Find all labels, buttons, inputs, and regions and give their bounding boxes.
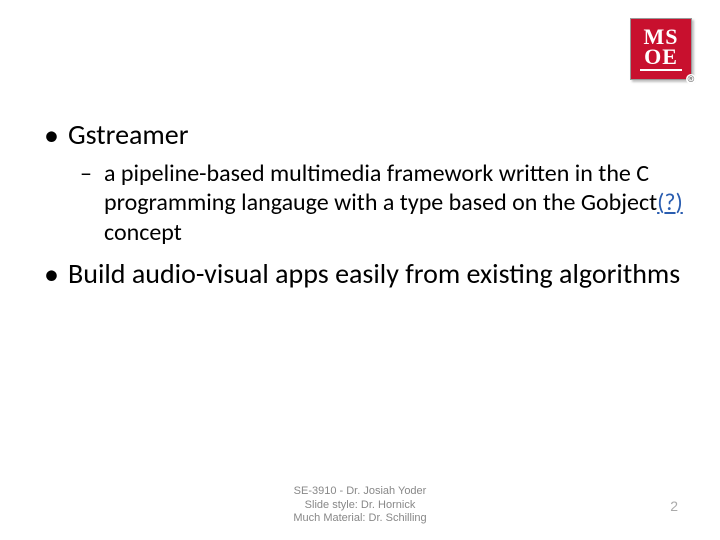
footer: SE-3910 - Dr. Josiah Yoder Slide style: … — [0, 485, 720, 526]
bullet-text: Gstreamer — [68, 117, 188, 152]
logo-registered: ® — [686, 74, 696, 84]
footer-line-2: Slide style: Dr. Hornick — [0, 499, 720, 513]
bullet-item-gstreamer: Gstreamer a pipeline-based multimedia fr… — [34, 118, 690, 247]
gobject-link[interactable]: (?) — [657, 188, 683, 217]
content-area: Gstreamer a pipeline-based multimedia fr… — [34, 118, 690, 300]
msoe-logo: MS OE ® — [630, 18, 692, 80]
logo-underline — [640, 69, 682, 71]
bullet-list: Gstreamer a pipeline-based multimedia fr… — [34, 118, 690, 290]
footer-line-3: Much Material: Dr. Schilling — [0, 512, 720, 526]
sub-bullet-item: a pipeline-based multimedia framework wr… — [76, 159, 690, 247]
bullet-item-build-apps: Build audio-visual apps easily from exis… — [34, 257, 690, 290]
sub-bullet-suffix: concept — [104, 218, 182, 247]
sub-bullet-prefix: a pipeline-based multimedia framework wr… — [104, 159, 657, 217]
footer-line-1: SE-3910 - Dr. Josiah Yoder — [0, 485, 720, 499]
link-close-paren: ) — [676, 188, 683, 217]
bullet-text: Build audio-visual apps easily from exis… — [68, 256, 680, 291]
page-number: 2 — [670, 498, 678, 514]
slide: MS OE ® Gstreamer a pipeline-based multi… — [0, 0, 720, 540]
logo-text-oe: OE — [644, 47, 678, 67]
link-question: ? — [664, 188, 675, 217]
sub-bullet-list: a pipeline-based multimedia framework wr… — [76, 159, 690, 247]
